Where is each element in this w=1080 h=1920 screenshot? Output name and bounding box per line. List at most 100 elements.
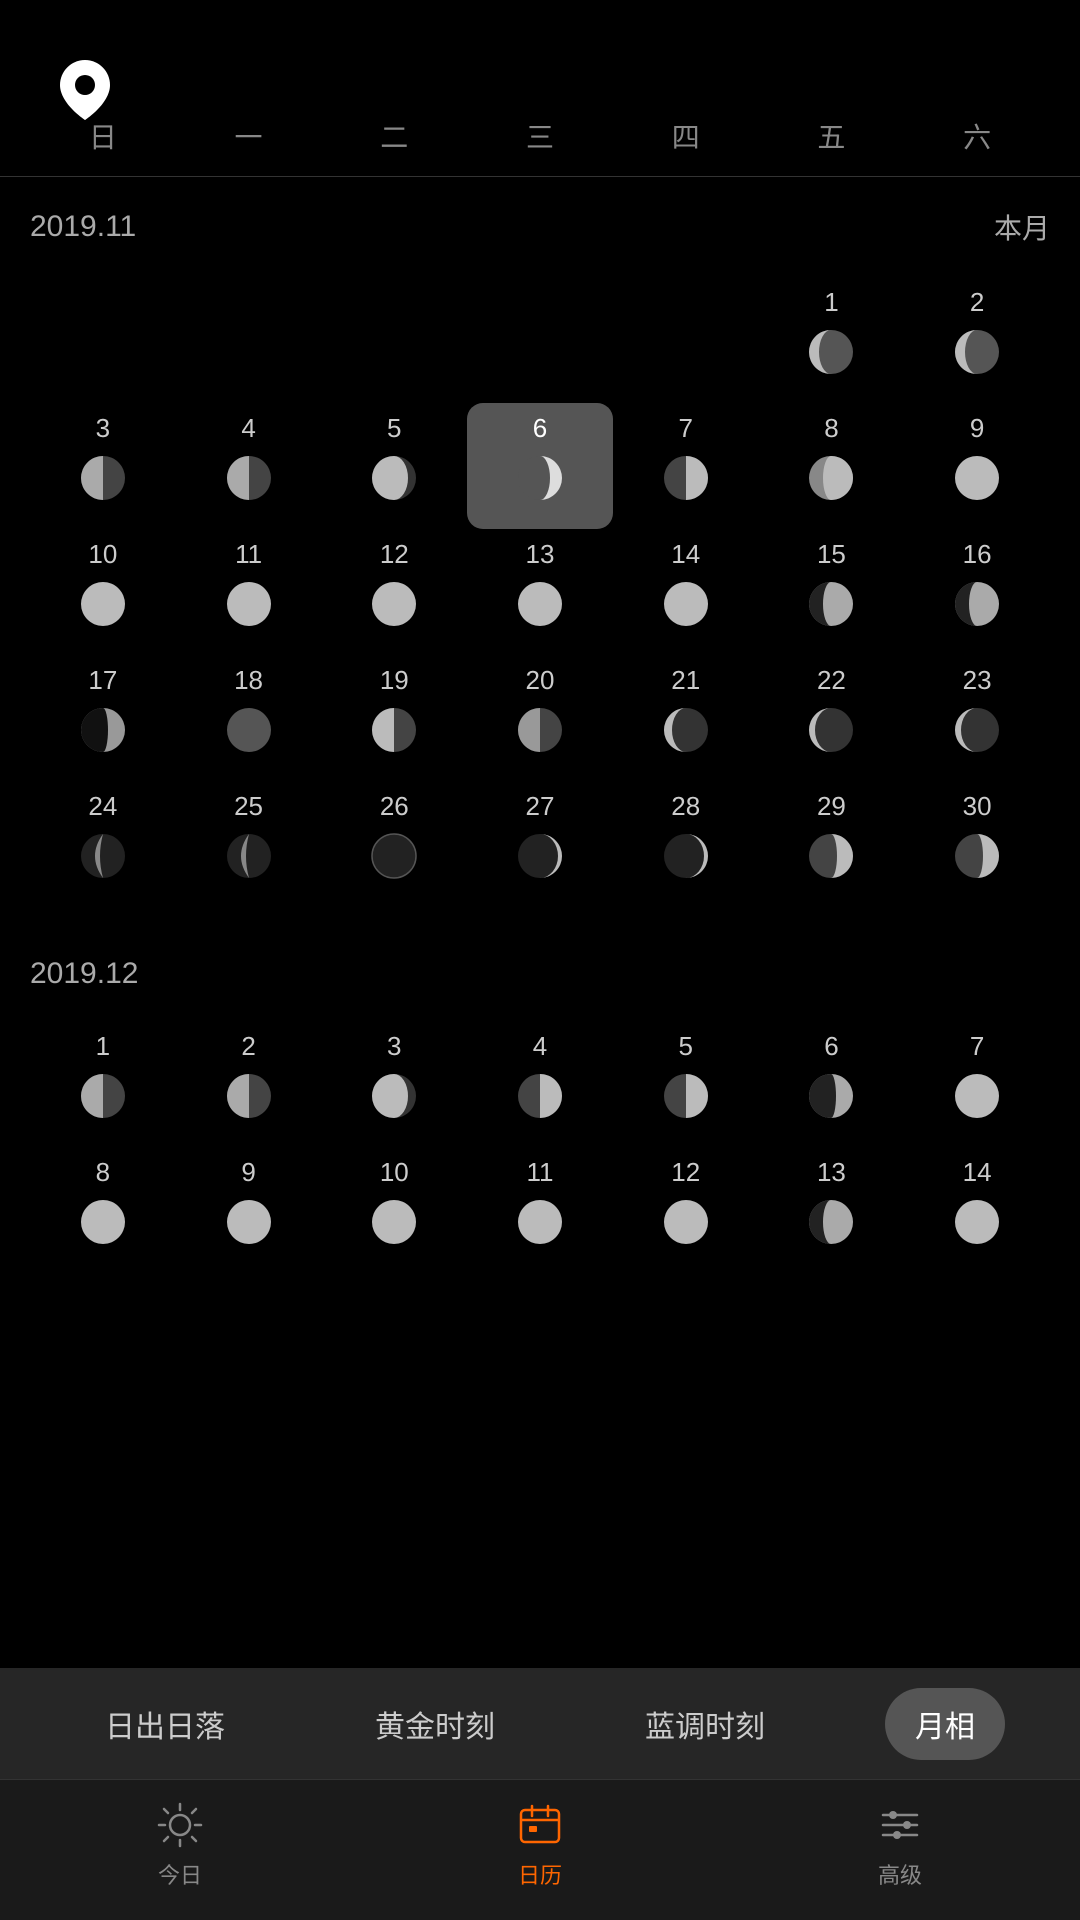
moon-phase-icon [368, 1196, 420, 1248]
day-cell[interactable]: 7 [904, 1021, 1050, 1147]
mode-button-月相[interactable]: 月相 [885, 1688, 1005, 1760]
mode-button-黄金时刻[interactable]: 黄金时刻 [345, 1688, 525, 1760]
moon-phase-icon [951, 326, 1003, 378]
this-month-button[interactable]: 本月 [994, 207, 1050, 247]
tab-item-calendar[interactable]: 日历 [515, 1800, 565, 1890]
day-cell[interactable]: 26 [321, 781, 467, 907]
day-cell[interactable]: 15 [759, 529, 905, 655]
moon-phase-icon [223, 830, 275, 882]
mode-button-日出日落[interactable]: 日出日落 [75, 1688, 255, 1760]
day-cell[interactable]: 9 [904, 403, 1050, 529]
day-cell[interactable]: 5 [321, 403, 467, 529]
month-label: 2019.12 [30, 957, 138, 991]
day-cell[interactable]: 8 [759, 403, 905, 529]
day-cell[interactable]: 1 [759, 277, 905, 403]
day-cell[interactable]: 24 [30, 781, 176, 907]
day-cell[interactable]: 13 [759, 1147, 905, 1273]
day-cell[interactable]: 25 [176, 781, 322, 907]
day-cell[interactable]: 7 [613, 403, 759, 529]
day-cell[interactable]: 12 [613, 1147, 759, 1273]
calendar-icon [515, 1800, 565, 1850]
day-number: 27 [467, 791, 613, 822]
day-number: 8 [759, 413, 905, 444]
day-cell[interactable]: 23 [904, 655, 1050, 781]
location-icon [60, 60, 110, 110]
day-cell[interactable]: 29 [759, 781, 905, 907]
day-cell[interactable]: 10 [30, 529, 176, 655]
day-cell[interactable]: 2 [904, 277, 1050, 403]
moon-phase-icon [223, 704, 275, 756]
day-cell[interactable]: 27 [467, 781, 613, 907]
day-number: 14 [613, 539, 759, 570]
day-cell[interactable]: 6 [467, 403, 613, 529]
day-cell[interactable]: 22 [759, 655, 905, 781]
day-cell[interactable]: 14 [904, 1147, 1050, 1273]
day-cell[interactable]: 4 [467, 1021, 613, 1147]
day-cell[interactable]: 9 [176, 1147, 322, 1273]
day-cell [30, 277, 176, 403]
moon-phase-icon [368, 578, 420, 630]
moon-phase-icon [368, 1070, 420, 1122]
day-cell[interactable]: 19 [321, 655, 467, 781]
day-cell[interactable]: 3 [30, 403, 176, 529]
day-number: 12 [321, 539, 467, 570]
moon-phase-icon [77, 704, 129, 756]
moon-phase-icon [805, 1070, 857, 1122]
tab-label-advanced: 高级 [878, 1858, 922, 1890]
day-number: 1 [759, 287, 905, 318]
moon-phase-icon [514, 1070, 566, 1122]
moon-phase-icon [514, 452, 566, 504]
day-cell[interactable]: 1 [30, 1021, 176, 1147]
month-section-nov2019: 2019.11本月1 2 3 4 5 6 7 8 9101112131415 1… [0, 177, 1080, 927]
day-cell[interactable]: 18 [176, 655, 322, 781]
day-number: 12 [613, 1157, 759, 1188]
day-cell[interactable]: 8 [30, 1147, 176, 1273]
day-cell[interactable]: 17 [30, 655, 176, 781]
day-number: 17 [30, 665, 176, 696]
moon-phase-icon [368, 452, 420, 504]
day-number: 15 [759, 539, 905, 570]
day-number: 7 [904, 1031, 1050, 1062]
moon-phase-icon [514, 1196, 566, 1248]
day-cell[interactable]: 12 [321, 529, 467, 655]
day-number: 23 [904, 665, 1050, 696]
day-cell[interactable]: 11 [467, 1147, 613, 1273]
day-cell[interactable]: 30 [904, 781, 1050, 907]
moon-phase-icon [951, 578, 1003, 630]
tab-item-advanced[interactable]: 高级 [875, 1800, 925, 1890]
day-cell[interactable]: 2 [176, 1021, 322, 1147]
advanced-icon [875, 1800, 925, 1850]
day-cell[interactable]: 21 [613, 655, 759, 781]
day-number: 24 [30, 791, 176, 822]
moon-phase-icon [514, 704, 566, 756]
day-number: 6 [467, 413, 613, 444]
moon-phase-icon [951, 452, 1003, 504]
weekday-header: 六 [904, 106, 1050, 166]
moon-phase-icon [660, 1070, 712, 1122]
mode-button-蓝调时刻[interactable]: 蓝调时刻 [615, 1688, 795, 1760]
day-number: 13 [467, 539, 613, 570]
day-number: 2 [176, 1031, 322, 1062]
moon-phase-icon [951, 830, 1003, 882]
day-cell[interactable]: 10 [321, 1147, 467, 1273]
weekday-header: 三 [467, 106, 613, 166]
day-cell[interactable]: 11 [176, 529, 322, 655]
day-cell[interactable]: 5 [613, 1021, 759, 1147]
day-cell[interactable]: 4 [176, 403, 322, 529]
day-cell[interactable]: 16 [904, 529, 1050, 655]
day-number: 28 [613, 791, 759, 822]
day-cell[interactable]: 6 [759, 1021, 905, 1147]
day-number: 1 [30, 1031, 176, 1062]
day-number: 9 [904, 413, 1050, 444]
day-cell[interactable]: 13 [467, 529, 613, 655]
moon-phase-icon [660, 452, 712, 504]
day-cell[interactable]: 20 [467, 655, 613, 781]
day-cell[interactable]: 14 [613, 529, 759, 655]
moon-phase-icon [223, 1196, 275, 1248]
day-number: 9 [176, 1157, 322, 1188]
day-number: 13 [759, 1157, 905, 1188]
tab-item-today[interactable]: 今日 [155, 1800, 205, 1890]
day-cell[interactable]: 3 [321, 1021, 467, 1147]
day-cell[interactable]: 28 [613, 781, 759, 907]
day-number: 5 [321, 413, 467, 444]
